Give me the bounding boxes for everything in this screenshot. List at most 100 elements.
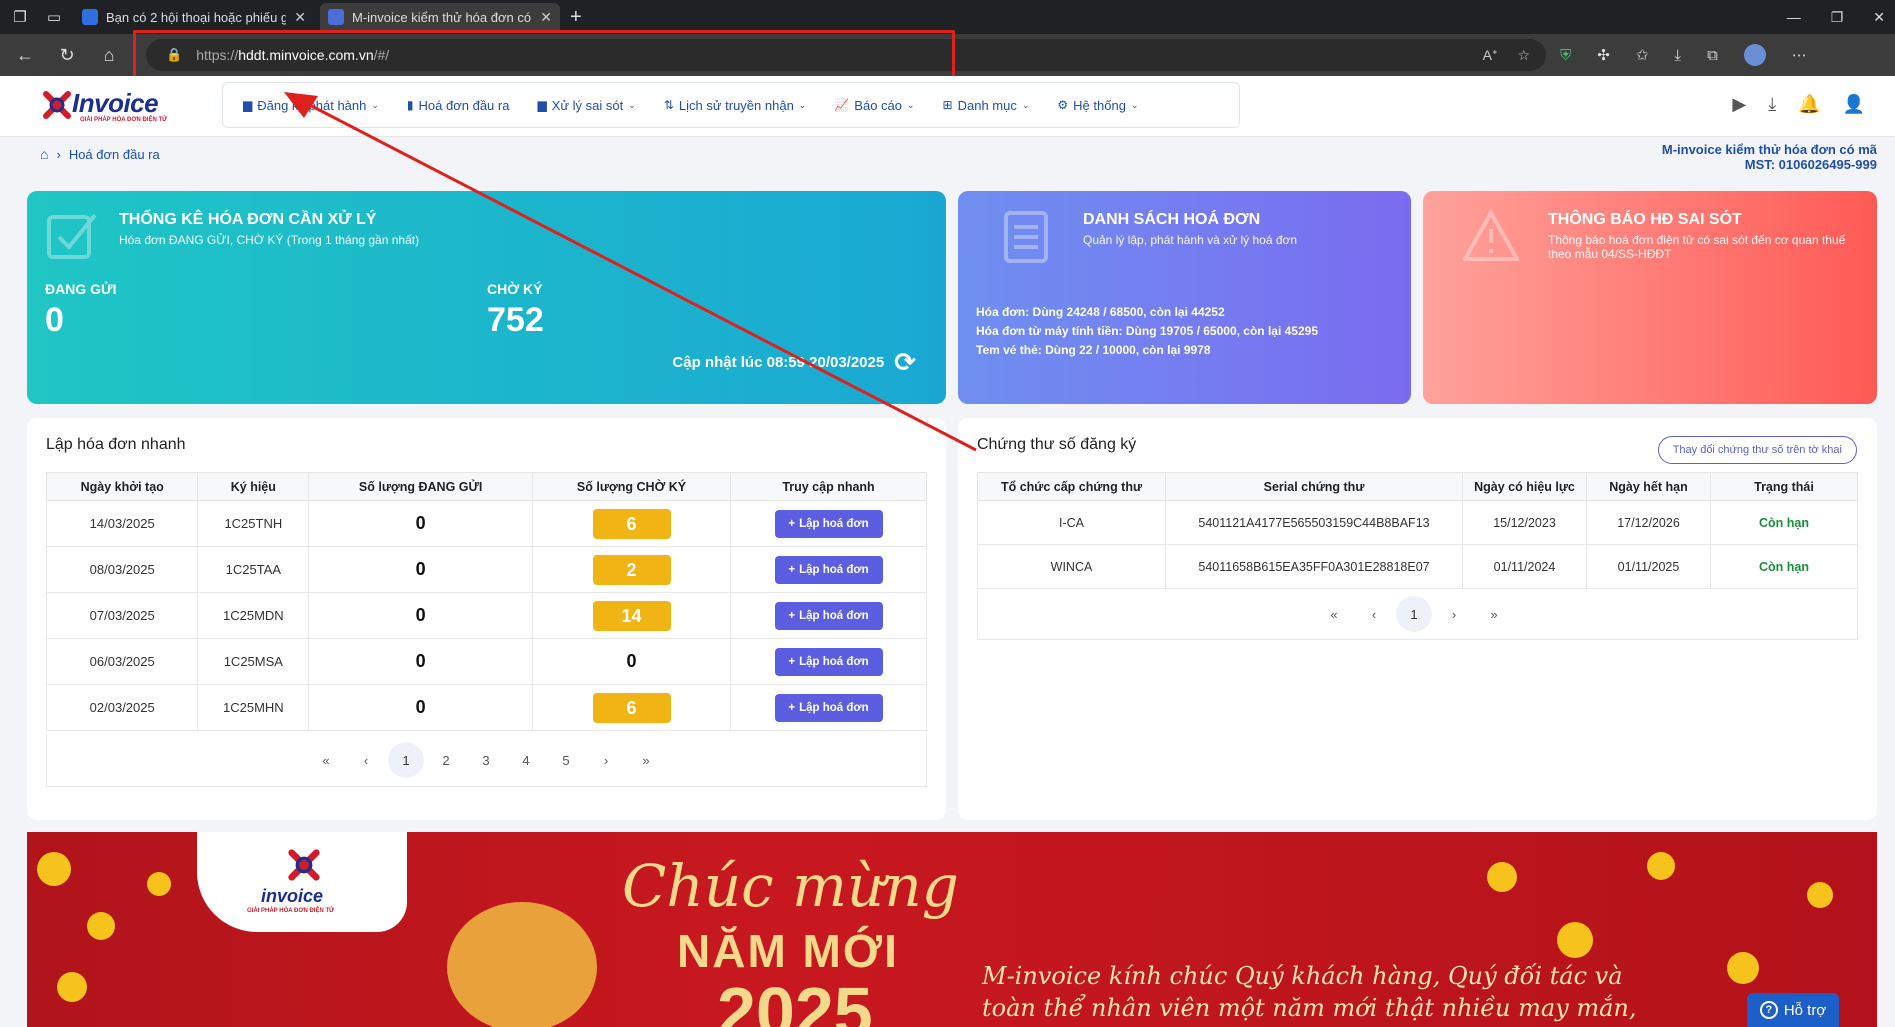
extensions-icon[interactable]: ✣	[1597, 46, 1610, 64]
card-subtitle: Quản lý lập, phát hành và xử lý hoá đơn	[1083, 233, 1298, 247]
menu-label: Hệ thống	[1073, 97, 1126, 113]
page-button[interactable]: 4	[506, 742, 546, 778]
invoice-list-card[interactable]: DANH SÁCH HOÁ ĐƠN Quản lý lập, phát hành…	[958, 191, 1411, 404]
help-button[interactable]: ? Hỗ trợ	[1747, 993, 1839, 1027]
plus-icon: +	[788, 655, 796, 668]
close-tab-icon[interactable]: ✕	[294, 9, 306, 26]
extensions-row: ⛨ ✣ ✩ ⤓ ⧉ ⋯	[1560, 34, 1807, 76]
menu-categories[interactable]: ⊞ Danh mục ⌄	[943, 98, 1030, 113]
panel-title: Lập hóa đơn nhanh	[46, 436, 186, 453]
create-invoice-button[interactable]: + Lập hoá đơn	[774, 555, 883, 584]
page-button[interactable]: 1	[1396, 596, 1432, 632]
page-button[interactable]: 1	[388, 742, 424, 778]
pending-badge[interactable]: 2	[592, 554, 671, 585]
sending-value[interactable]: 0	[45, 301, 64, 340]
youtube-icon[interactable]: ▶	[1732, 94, 1746, 115]
workspaces-icon[interactable]: ❐	[6, 3, 34, 31]
cell-sending: 0	[415, 559, 426, 579]
restore-icon[interactable]: ❐	[1831, 9, 1844, 26]
prev-page-icon[interactable]: ‹	[1354, 596, 1394, 632]
create-invoice-button[interactable]: + Lập hoá đơn	[774, 647, 883, 676]
button-label: Lập hoá đơn	[799, 517, 869, 530]
pending-badge[interactable]: 6	[592, 692, 671, 723]
cell-valid-to: 01/11/2025	[1586, 544, 1711, 589]
downloads-icon[interactable]: ⤓	[1674, 47, 1681, 64]
more-menu-icon[interactable]: ⋯	[1792, 46, 1807, 64]
menu-label: Hoá đơn đầu ra	[418, 97, 510, 113]
menu-label: Xử lý sai sót	[551, 97, 624, 113]
menu-transfer-history[interactable]: ⇅ Lịch sử truyền nhận ⌄	[664, 98, 807, 113]
next-page-icon[interactable]: ›	[1434, 596, 1474, 632]
quick-invoice-table: Ngày khởi tạo Ký hiệu Số lượng ĐANG GỬI …	[45, 472, 927, 731]
create-invoice-button[interactable]: + Lập hoá đơn	[774, 601, 883, 630]
bell-icon[interactable]: 🔔	[1798, 94, 1820, 115]
last-updated-text: Cập nhật lúc 08:59 20/03/2025	[672, 354, 885, 371]
next-page-icon[interactable]: ›	[586, 742, 626, 778]
page-button[interactable]: 2	[426, 742, 466, 778]
menu-system[interactable]: ⚙ Hệ thống ⌄	[1057, 98, 1138, 113]
user-icon[interactable]: 👤	[1843, 94, 1865, 115]
column-header: Tổ chức cấp chứng thư	[977, 472, 1166, 501]
cell-org: I-CA	[977, 500, 1166, 545]
minimize-icon[interactable]: —	[1787, 9, 1801, 25]
browser-tab-2[interactable]: M-invoice kiểm thử hóa đơn có m ✕	[320, 3, 560, 31]
favorites-icon[interactable]: ✩	[1636, 46, 1649, 64]
chevron-down-icon: ⌄	[907, 99, 915, 110]
last-page-icon[interactable]: »	[1474, 596, 1514, 632]
favorite-star-icon[interactable]: ☆	[1517, 47, 1530, 64]
profile-avatar[interactable]	[1743, 44, 1766, 66]
read-aloud-icon[interactable]: Aᐩ	[1483, 47, 1498, 64]
screenshot-icon[interactable]: ⧉	[1707, 47, 1718, 64]
column-header: Số lượng CHỜ KÝ	[531, 472, 732, 501]
pending-badge[interactable]: 14	[592, 600, 671, 631]
change-certificate-button[interactable]: Thay đổi chứng thư số trên tờ khai	[1657, 436, 1857, 464]
browser-tab-1[interactable]: Bạn có 2 hội thoại hoặc phiếu gh ✕	[74, 3, 314, 31]
last-page-icon[interactable]: »	[626, 742, 666, 778]
certificates-table: Tổ chức cấp chứng thư Serial chứng thư N…	[977, 472, 1858, 589]
button-label: Lập hoá đơn	[799, 563, 869, 576]
first-page-icon[interactable]: «	[306, 742, 346, 778]
column-header: Truy cập nhanh	[730, 472, 927, 501]
tab-title: M-invoice kiểm thử hóa đơn có m	[352, 9, 533, 25]
page-button[interactable]: 5	[546, 742, 586, 778]
home-icon[interactable]: ⌂	[92, 38, 126, 72]
minvoice-logo[interactable]: Invoice GIẢI PHÁP HÓA ĐƠN ĐIỆN TỬ	[40, 86, 180, 128]
create-invoice-button[interactable]: + Lập hoá đơn	[774, 693, 883, 722]
menu-reports[interactable]: 📈 Báo cáo ⌄	[834, 98, 914, 113]
new-year-banner[interactable]: invoice GIẢI PHÁP HÓA ĐƠN ĐIỆN TỬ Chúc m…	[27, 832, 1877, 1027]
url-input[interactable]: 🔒 https://hddt.minvoice.com.vn/#/ Aᐩ ☆	[146, 39, 1546, 71]
refresh-icon[interactable]: ⟳	[894, 347, 916, 378]
sending-label: ĐANG GỬI	[45, 281, 117, 297]
button-label: Lập hoá đơn	[799, 655, 869, 668]
menu-error-handling[interactable]: ▆ Xử lý sai sót ⌄	[537, 98, 635, 113]
close-tab-icon[interactable]: ✕	[540, 9, 552, 26]
breadcrumb-current[interactable]: Hoá đơn đầu ra	[69, 147, 160, 162]
home-icon[interactable]: ⌂	[40, 146, 48, 162]
lock-icon[interactable]: 🔒	[166, 47, 182, 63]
pending-badge[interactable]: 6	[592, 508, 671, 539]
pending-value[interactable]: 752	[487, 301, 544, 340]
main-menu: ▆ Đăng ký phát hành ⌄ ▮ Hoá đơn đầu ra ▆ Xử …	[222, 82, 1240, 128]
panel-title: Chứng thư số đăng ký	[977, 436, 1137, 453]
cell-date: 14/03/2025	[45, 500, 199, 547]
tab-actions-icon[interactable]: ▭	[40, 3, 68, 31]
prev-page-icon[interactable]: ‹	[346, 742, 386, 778]
cell-pending: 0	[626, 651, 637, 671]
back-icon[interactable]: ←	[8, 38, 42, 72]
close-window-icon[interactable]: ✕	[1873, 9, 1885, 26]
table-row: 02/03/2025 1C25MHN 0 6 + Lập hoá đơn	[45, 684, 927, 731]
first-page-icon[interactable]: «	[1314, 596, 1354, 632]
cell-symbol: 1C25MSA	[197, 638, 310, 685]
cell-serial: 5401121A4177E565503159C44B8BAF13	[1165, 500, 1463, 545]
error-notice-card[interactable]: THÔNG BÁO HĐ SAI SÓT Thông báo hoá đơn đ…	[1423, 191, 1877, 404]
menu-register-release[interactable]: ▆ Đăng ký phát hành ⌄	[243, 98, 379, 113]
menu-output-invoices[interactable]: ▮ Hoá đơn đầu ra	[407, 98, 510, 113]
banner-year: 2025	[717, 973, 873, 1027]
page-button[interactable]: 3	[466, 742, 506, 778]
download-icon[interactable]: ⤓	[1768, 94, 1776, 115]
new-tab-icon[interactable]: +	[570, 6, 582, 29]
shield-extension-icon[interactable]: ⛨	[1560, 47, 1571, 64]
create-invoice-button[interactable]: + Lập hoá đơn	[774, 509, 883, 538]
cell-org: WINCA	[977, 544, 1166, 589]
reload-icon[interactable]: ↻	[50, 38, 84, 72]
